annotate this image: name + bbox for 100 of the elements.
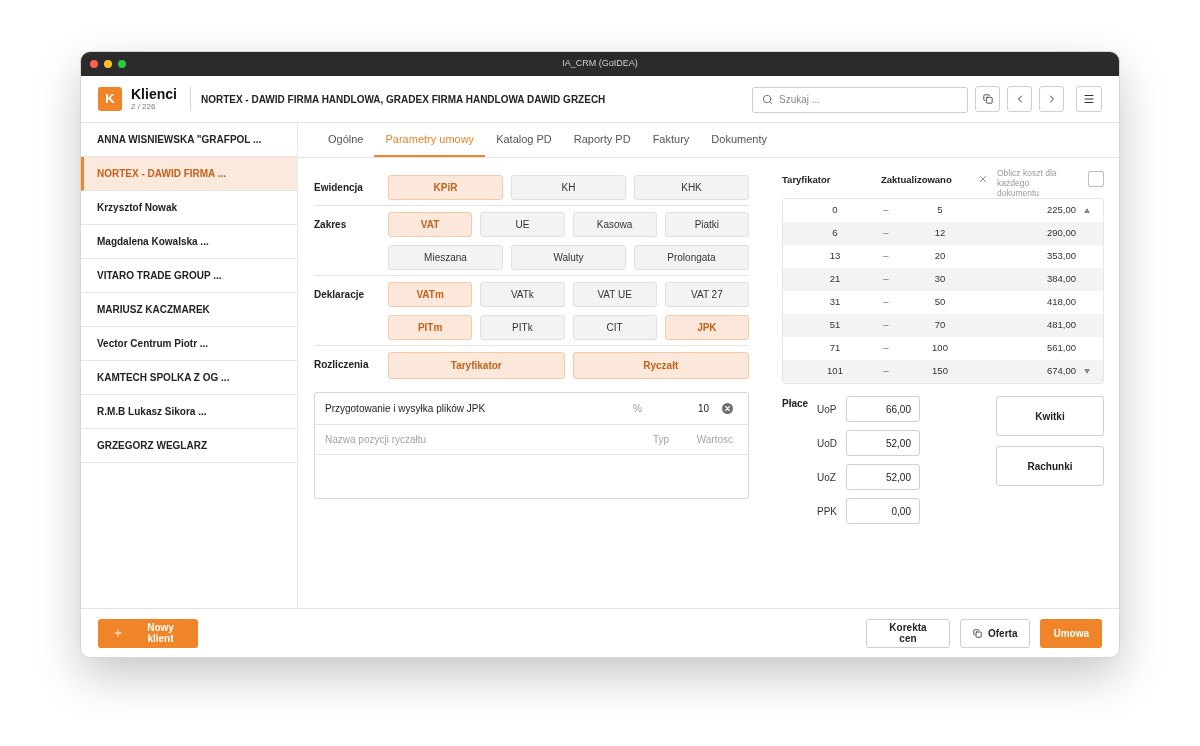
app-logo: K	[98, 87, 122, 111]
toggle-button[interactable]: Prolongata	[634, 245, 749, 270]
input-field[interactable]: Nazwa pozycji ryczałtu	[325, 432, 629, 447]
table-cell-text: 418,00	[1045, 295, 1076, 310]
table-cell-text: 51	[828, 318, 842, 333]
field-label: UoP	[817, 402, 838, 417]
sidebar-item[interactable]: Magdalena Kowalska ...	[81, 225, 297, 259]
table-cell-text: –	[882, 295, 890, 310]
table-cell-text: 30	[933, 272, 947, 287]
table-cell-text: 10	[696, 402, 709, 416]
table-cell-text: –	[882, 249, 890, 264]
toggle-button[interactable]: VAT UE	[572, 282, 657, 307]
table-cell-text: 674,00	[1045, 364, 1076, 379]
toggle-button[interactable]: KHK	[634, 175, 749, 200]
table-cell-text: –	[882, 341, 890, 356]
toggle-button[interactable]: PITk	[480, 315, 565, 340]
input-field[interactable]: Wartosc	[669, 432, 733, 447]
table-cell-text: 71	[828, 341, 842, 356]
table-cell-text: 150	[931, 364, 949, 379]
close-icon[interactable]	[978, 174, 988, 184]
sidebar-item[interactable]: NORTEX - DAWID FIRMA ...	[81, 157, 297, 191]
table-cell-text: 290,00	[1045, 226, 1076, 241]
toggle-button[interactable]: Mieszana	[388, 245, 503, 270]
amount-field[interactable]: 52,00	[846, 430, 920, 456]
client-title: NORTEX - DAWID FIRMA HANDLOWA, GRADEX FIRMA HANDLOWA DAWID GRZECH	[200, 92, 606, 107]
table-cell-text: 384,00	[1045, 272, 1076, 287]
window-title: IA_CRM (GoIDEA)	[562, 57, 638, 71]
sidebar-item[interactable]: Krzysztof Nowak	[81, 191, 297, 225]
sidebar-item[interactable]: GRZEGORZ WEGLARZ	[81, 429, 297, 463]
table-cell-text: %	[633, 402, 643, 416]
copy-icon	[982, 94, 993, 104]
table-cell-text: 561,00	[1045, 341, 1076, 356]
tab[interactable]: Dokumenty	[700, 123, 778, 157]
menu-button[interactable]	[1076, 86, 1102, 112]
toggle-button[interactable]: KPiR	[388, 175, 503, 200]
section-label: Płace	[782, 397, 810, 411]
close-circle-icon[interactable]	[722, 403, 733, 414]
toggle-button[interactable]: VATk	[480, 282, 565, 307]
toggle-button[interactable]: UE	[480, 212, 565, 237]
table-cell-text: 353,00	[1045, 249, 1076, 264]
search-field[interactable]: Szukaj ...	[752, 86, 968, 113]
section-label: Ewidencja	[314, 181, 363, 195]
checkbox[interactable]	[1088, 171, 1104, 187]
table-cell-text: 225,00	[1045, 203, 1076, 218]
sidebar-item[interactable]: ANNA WISNIEWSKA "GRAFPOL ...	[81, 123, 297, 157]
sidebar-item[interactable]: Vector Centrum Piotr ...	[81, 327, 297, 361]
window-close-icon[interactable]	[90, 60, 98, 68]
table-cell-text: 12	[933, 226, 947, 241]
table-cell-text: 100	[931, 341, 949, 356]
document-button[interactable]: Rachunki	[996, 446, 1104, 486]
document-button[interactable]: Kwitki	[996, 396, 1104, 436]
scroll-up-icon[interactable]	[1084, 208, 1090, 213]
tab[interactable]: Raporty PD	[562, 123, 642, 157]
footer-button[interactable]: Oferta	[960, 618, 1031, 648]
menu-icon	[1083, 93, 1095, 105]
toggle-button[interactable]: VAT 27	[664, 282, 749, 307]
toggle-button[interactable]: KH	[511, 175, 626, 200]
module-title: Klienci	[131, 86, 177, 102]
window-zoom-icon[interactable]	[118, 60, 126, 68]
table-cell-text: 5	[936, 203, 944, 218]
plus-icon	[113, 628, 123, 638]
footer-button[interactable]: Korekta cen	[866, 618, 950, 648]
toggle-button[interactable]: Kasowa	[572, 212, 657, 237]
sidebar-item[interactable]: KAMTECH SPOLKA Z OG ...	[81, 361, 297, 395]
toggle-button[interactable]: Piatki	[664, 212, 749, 237]
table-cell-text: Przygotowanie i wysyłka plików JPK	[325, 402, 487, 416]
table-cell-text: 31	[828, 295, 842, 310]
table-cell-text: –	[882, 272, 890, 287]
section-label: Rozliczenia	[314, 358, 369, 372]
toggle-button[interactable]: CIT	[572, 315, 657, 340]
table-cell-text: –	[882, 226, 890, 241]
table-cell-text: 70	[933, 318, 947, 333]
window-minimize-icon[interactable]	[104, 60, 112, 68]
section-label: Deklaracje	[314, 288, 365, 302]
copy-button[interactable]	[975, 86, 1000, 112]
amount-field[interactable]: 52,00	[846, 464, 920, 490]
table-cell-text: 6	[831, 226, 839, 241]
table-cell-text: –	[882, 318, 890, 333]
tab[interactable]: Ogólne	[317, 123, 375, 157]
table-cell-text: 101	[826, 364, 844, 379]
tab[interactable]: Faktury	[641, 123, 701, 157]
table-cell-text: 20	[933, 249, 947, 264]
amount-field[interactable]: 0,00	[846, 498, 920, 524]
toggle-button[interactable]: Taryfikator	[388, 352, 565, 379]
table-cell-text: 13	[828, 249, 842, 264]
section-label: Zakres	[314, 218, 347, 232]
column-header: Taryfikator	[782, 174, 832, 185]
search-icon	[762, 93, 773, 105]
scroll-down-icon[interactable]	[1084, 369, 1090, 374]
sidebar-item[interactable]: R.M.B Lukasz Sikora ...	[81, 395, 297, 429]
input-field[interactable]: Typ	[629, 432, 669, 447]
field-label: UoZ	[817, 470, 837, 485]
tab[interactable]: Katalog PD	[485, 123, 563, 157]
sidebar-item[interactable]: MARIUSZ KACZMAREK	[81, 293, 297, 327]
table-cell-text: 0	[831, 203, 839, 218]
checkbox-label: Oblicz koszt dla każdego dokumentu	[997, 168, 1058, 198]
amount-field[interactable]: 66,00	[846, 396, 920, 422]
field-label: UoD	[817, 436, 838, 451]
toggle-button[interactable]: Waluty	[511, 245, 626, 270]
sidebar-item[interactable]: VITARO TRADE GROUP ...	[81, 259, 297, 293]
